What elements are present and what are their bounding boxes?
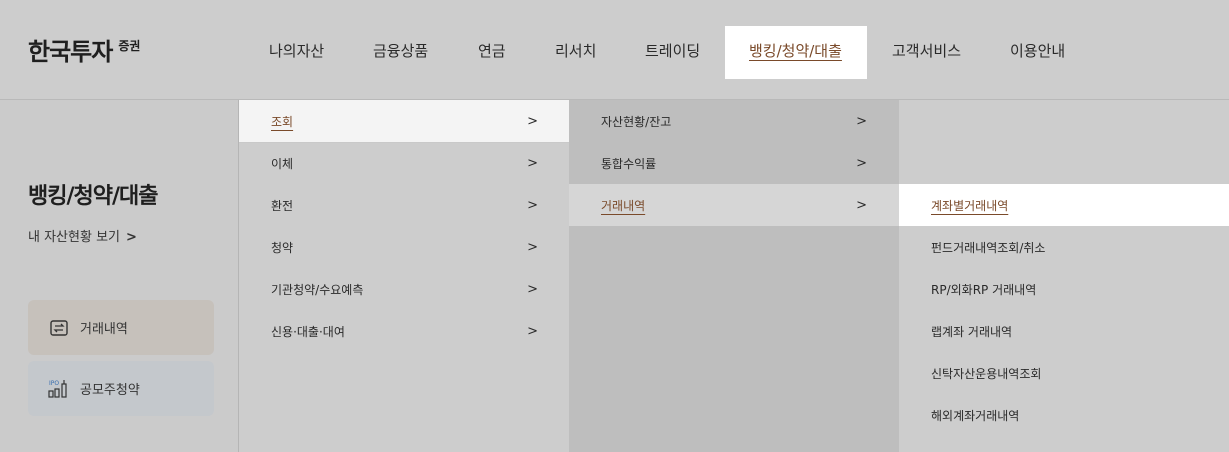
gnb-item-trading[interactable]: 트레이딩	[645, 40, 700, 61]
menu-item-label: 통합수익률	[601, 156, 657, 171]
quick-link-ipo[interactable]: IPO 공모주청약	[28, 361, 214, 416]
logo[interactable]: 한국투자 증권	[28, 32, 140, 67]
menu3-item-account-transactions[interactable]: 계좌별거래내역	[899, 184, 1229, 226]
menu1-item-inquiry[interactable]: 조회 >	[239, 100, 570, 143]
chevron-right-icon: >	[527, 155, 538, 171]
quick-link-transactions[interactable]: 거래내역	[28, 300, 214, 355]
gnb-item-research[interactable]: 리서치	[555, 40, 596, 61]
chevron-right-icon: >	[126, 230, 137, 245]
menu-level-3: 계좌별거래내역 펀드거래내역조회/취소 RP/외화RP 거래내역 랩계좌 거래내…	[899, 100, 1229, 452]
menu3-item-fund-transactions[interactable]: 펀드거래내역조회/취소	[899, 226, 1229, 268]
menu2-item-assets-balance[interactable]: 자산현황/잔고 >	[569, 100, 899, 142]
menu1-item-exchange[interactable]: 환전 >	[239, 184, 570, 226]
menu1-item-credit-loan[interactable]: 신용·대출·대여 >	[239, 310, 570, 352]
gnb-item-banking[interactable]: 뱅킹/청약/대출	[749, 40, 842, 61]
menu1-item-institutional[interactable]: 기관청약/수요예측 >	[239, 268, 570, 310]
menu-item-label: 거래내역	[601, 198, 646, 213]
menu2-item-return[interactable]: 통합수익률 >	[569, 142, 899, 184]
menu-level-2: 자산현황/잔고 > 통합수익률 > 거래내역 >	[569, 100, 899, 452]
menu-item-label: 이체	[271, 156, 294, 171]
my-assets-link[interactable]: 내 자산현황 보기 >	[28, 226, 137, 245]
menu3-item-overseas-transactions[interactable]: 해외계좌거래내역	[899, 394, 1229, 436]
chevron-right-icon: >	[527, 239, 538, 255]
gnb-item-products[interactable]: 금융상품	[373, 40, 428, 61]
gnb-item-my-assets[interactable]: 나의자산	[269, 40, 324, 61]
chevron-right-icon: >	[856, 197, 867, 213]
top-header: 한국투자 증권 나의자산 금융상품 연금 리서치 트레이딩 뱅킹/청약/대출 고객…	[0, 0, 1229, 100]
my-assets-link-label: 내 자산현황 보기	[28, 230, 120, 245]
chevron-right-icon: >	[527, 281, 538, 297]
menu-item-label: 신탁자산운용내역조회	[931, 366, 1042, 381]
menu1-item-subscription[interactable]: 청약 >	[239, 226, 570, 268]
chevron-right-icon: >	[527, 197, 538, 213]
menu-item-label: 해외계좌거래내역	[931, 408, 1020, 423]
menu-item-label: 랩계좌 거래내역	[931, 324, 1013, 339]
quick-link-label: 공모주청약	[80, 383, 140, 398]
ipo-icon: IPO	[48, 378, 70, 400]
menu-item-label: 환전	[271, 198, 294, 213]
menu-item-label: RP/외화RP 거래내역	[931, 282, 1037, 297]
logo-sub: 증권	[118, 39, 141, 53]
quick-link-label: 거래내역	[80, 322, 128, 337]
gnb-item-pension[interactable]: 연금	[478, 40, 506, 61]
chevron-right-icon: >	[856, 113, 867, 129]
gnb-item-customer-service[interactable]: 고객서비스	[892, 40, 961, 61]
chevron-right-icon: >	[527, 323, 538, 339]
logo-name: 한국투자	[28, 38, 113, 66]
svg-text:IPO: IPO	[49, 380, 59, 387]
section-title: 뱅킹/청약/대출	[28, 184, 159, 209]
menu-item-label: 기관청약/수요예측	[271, 282, 364, 297]
menu3-item-trust-operations[interactable]: 신탁자산운용내역조회	[899, 352, 1229, 394]
menu-item-label: 조회	[271, 114, 294, 129]
menu-item-label: 신용·대출·대여	[271, 324, 345, 339]
chevron-right-icon: >	[527, 113, 538, 129]
gnb-item-guide[interactable]: 이용안내	[1010, 40, 1065, 61]
menu-level-1: 조회 > 이체 > 환전 > 청약 > 기관청약/수요예측 > 신용·대출·대여…	[238, 100, 570, 452]
chevron-right-icon: >	[856, 155, 867, 171]
menu2-item-transactions[interactable]: 거래내역 >	[569, 184, 899, 226]
menu-item-label: 펀드거래내역조회/취소	[931, 240, 1046, 255]
menu3-item-wrap-transactions[interactable]: 랩계좌 거래내역	[899, 310, 1229, 352]
menu-item-label: 청약	[271, 240, 294, 255]
transfer-icon	[48, 317, 70, 339]
menu-item-label: 자산현황/잔고	[601, 114, 672, 129]
menu3-item-rp-transactions[interactable]: RP/외화RP 거래내역	[899, 268, 1229, 310]
menu-item-label: 계좌별거래내역	[931, 198, 1009, 213]
menu1-item-transfer[interactable]: 이체 >	[239, 142, 570, 184]
